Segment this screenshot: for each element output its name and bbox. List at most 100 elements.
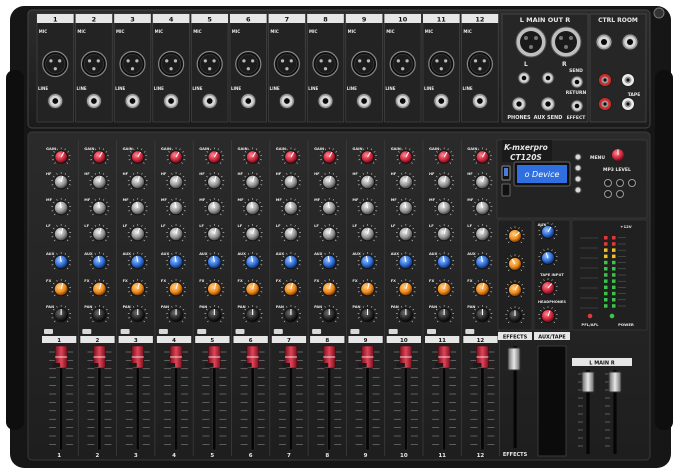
ctrl-room-jack-right[interactable] xyxy=(621,33,639,51)
strip-knob-label: FX xyxy=(199,279,204,283)
main-out-jack-left[interactable] xyxy=(517,71,531,85)
tape-rca-jack[interactable] xyxy=(598,73,612,87)
channel-mute-button[interactable] xyxy=(465,329,475,334)
strip-knob-label: LF xyxy=(199,224,204,228)
mp3-button[interactable] xyxy=(574,186,582,194)
level-meter-led-left xyxy=(604,273,608,277)
mic-xlr-input[interactable] xyxy=(42,50,69,78)
aux-return-label: AUX xyxy=(538,222,547,227)
channel-bottom-number: 2 xyxy=(96,453,100,459)
mp3-button[interactable] xyxy=(574,164,582,172)
mic-label: MIC xyxy=(463,29,471,34)
mp3-transport-button[interactable] xyxy=(604,190,612,198)
sd-slot[interactable] xyxy=(501,183,511,197)
main-bar-label: L MAIN R xyxy=(589,361,615,367)
line-input-jack[interactable] xyxy=(278,93,295,109)
channel-number-label: 4 xyxy=(172,338,176,344)
mic-xlr-input[interactable] xyxy=(235,50,262,78)
chassis-side-left xyxy=(6,70,24,430)
line-input-jack[interactable] xyxy=(201,93,218,109)
line-input-jack[interactable] xyxy=(240,93,257,109)
phones-jack[interactable] xyxy=(511,96,527,112)
channel-mute-button[interactable] xyxy=(312,329,322,334)
mic-xlr-input[interactable] xyxy=(273,50,300,78)
mic-xlr-input[interactable] xyxy=(158,50,185,78)
line-input-jack[interactable] xyxy=(47,93,64,109)
aux-send-jack[interactable] xyxy=(540,96,556,112)
tape-rca-jack[interactable] xyxy=(621,73,635,87)
tape-rca-jack[interactable] xyxy=(598,97,612,111)
mic-xlr-input[interactable] xyxy=(351,50,378,78)
mic-xlr-input[interactable] xyxy=(196,50,223,78)
mp3-transport-button[interactable] xyxy=(604,179,612,187)
usb-port[interactable] xyxy=(501,165,511,181)
mic-label: MIC xyxy=(77,29,85,34)
main-out-label: L MAIN OUT R xyxy=(520,16,571,24)
power-switch[interactable] xyxy=(653,7,665,19)
input-channel-2: 2 MIC LINE xyxy=(75,13,113,123)
strip-knob-label: PAN xyxy=(199,305,207,309)
input-channel-8: 8 MIC LINE xyxy=(306,13,345,123)
line-label: LINE xyxy=(308,86,318,91)
channel-number-label: 5 xyxy=(210,338,214,344)
line-input-jack[interactable] xyxy=(394,93,411,109)
main-out-xlr-left[interactable] xyxy=(515,26,547,58)
mic-xlr-input[interactable] xyxy=(80,50,108,78)
strip-knob-label: LF xyxy=(276,224,281,228)
mic-xlr-input[interactable] xyxy=(119,50,146,78)
main-out-jack-right[interactable] xyxy=(541,71,555,85)
channel-mute-button[interactable] xyxy=(44,329,53,334)
channel-mute-button[interactable] xyxy=(158,329,168,334)
line-label: LINE xyxy=(154,86,164,91)
line-input-jack[interactable] xyxy=(471,93,488,109)
mp3-level-knob[interactable] xyxy=(611,148,625,162)
channel-mute-button[interactable] xyxy=(82,329,92,334)
ctrl-room-jack-left[interactable] xyxy=(595,33,613,51)
line-input-jack[interactable] xyxy=(356,93,373,109)
mp3-transport-button[interactable] xyxy=(616,179,624,187)
fx-return-jack[interactable] xyxy=(570,99,584,113)
input-channel-12: 12 MIC LINE xyxy=(461,13,499,123)
mp3-display: o Device xyxy=(513,161,571,187)
channel-mute-button[interactable] xyxy=(120,329,130,334)
line-input-jack[interactable] xyxy=(317,93,334,109)
line-input-jack[interactable] xyxy=(433,93,450,109)
input-channel-10: 10 MIC LINE xyxy=(384,13,422,123)
channel-mute-button[interactable] xyxy=(350,329,360,334)
level-meter-led-right xyxy=(612,236,616,240)
strip-knob-label: PAN xyxy=(467,305,475,309)
channel-mute-button[interactable] xyxy=(235,329,245,334)
channel-mute-button[interactable] xyxy=(197,329,207,334)
channel-mute-button[interactable] xyxy=(427,329,436,334)
strip-knob-label: HF xyxy=(46,172,52,176)
fader-shadow xyxy=(435,363,444,367)
fx-send-jack[interactable] xyxy=(570,75,584,89)
channel-mute-button[interactable] xyxy=(273,329,283,334)
input-channel-5: 5 MIC LINE xyxy=(191,13,229,123)
channel-bottom-number: 7 xyxy=(287,453,291,459)
channel-bottom-number: 3 xyxy=(134,453,138,459)
mp3-transport-button[interactable] xyxy=(616,190,624,198)
tape-rca-jack[interactable] xyxy=(621,97,635,111)
line-input-jack[interactable] xyxy=(124,93,141,109)
line-input-jack[interactable] xyxy=(85,93,102,109)
mic-xlr-input[interactable] xyxy=(428,50,455,78)
input-channel-number: 2 xyxy=(92,16,97,24)
strip-knob-label: AUX xyxy=(161,252,170,256)
input-channel-number: 3 xyxy=(130,16,135,24)
strip-knob-label: HF xyxy=(161,172,167,176)
mic-xlr-input[interactable] xyxy=(312,50,339,78)
mic-xlr-input[interactable] xyxy=(466,50,493,78)
level-meter-led-right xyxy=(612,248,616,252)
mp3-button[interactable] xyxy=(574,175,582,183)
strip-knob-label: LF xyxy=(429,224,434,228)
line-input-jack[interactable] xyxy=(163,93,180,109)
mic-xlr-input[interactable] xyxy=(389,50,416,78)
mp3-button[interactable] xyxy=(574,153,582,161)
channel-mute-button[interactable] xyxy=(388,329,398,334)
main-out-xlr-right[interactable] xyxy=(550,26,582,58)
mp3-transport-button[interactable] xyxy=(628,179,636,187)
headphones-label: HEADPHONES xyxy=(538,300,566,304)
channel-number-label: 6 xyxy=(249,338,253,344)
level-meter-led-right xyxy=(612,304,616,308)
